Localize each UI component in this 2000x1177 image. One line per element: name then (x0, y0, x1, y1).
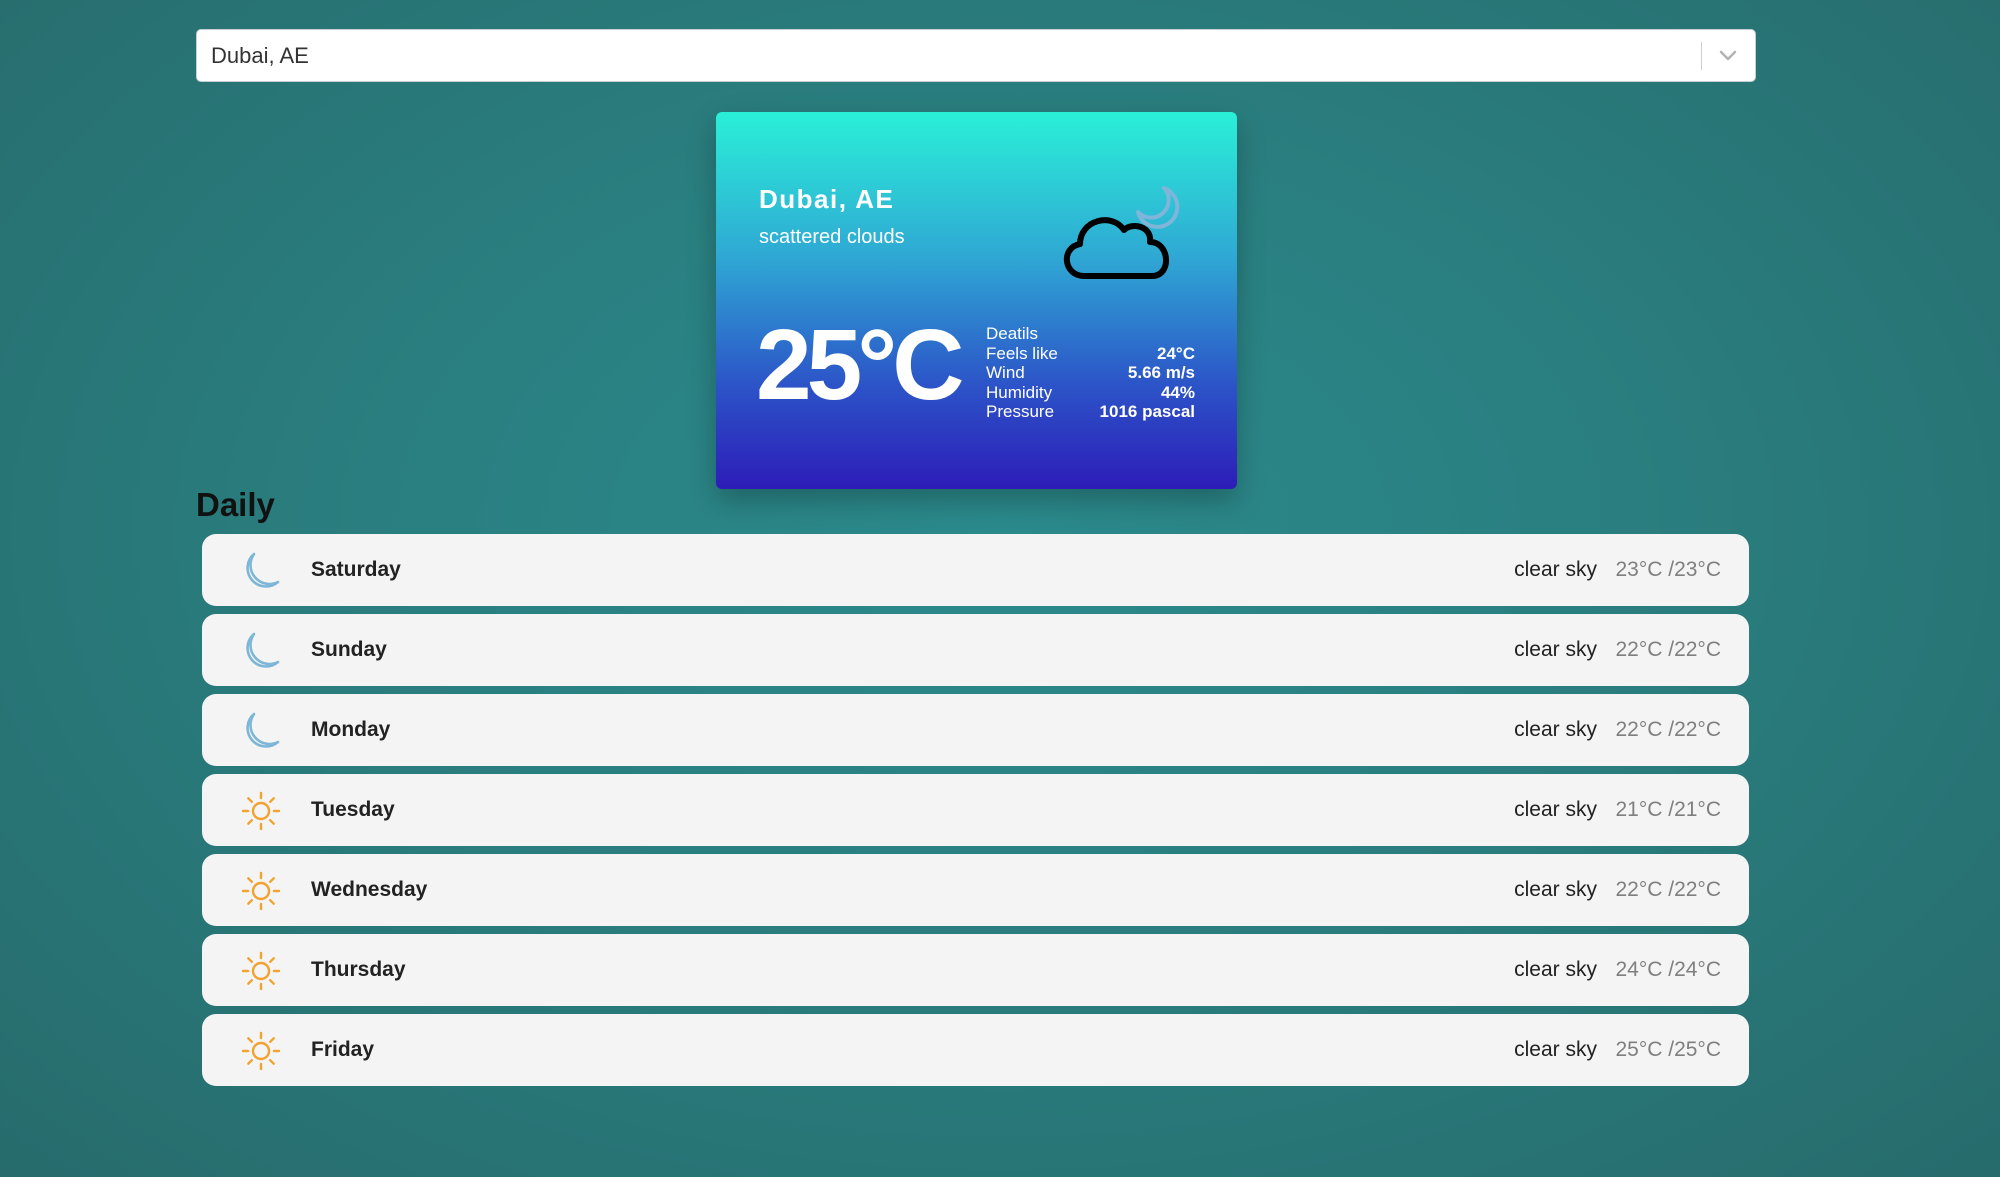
day-description: clear sky (1514, 558, 1597, 581)
day-temperature: 22°C /22°C (1615, 638, 1721, 661)
details-title: Deatils (986, 324, 1038, 343)
detail-label: Humidity (986, 382, 1053, 402)
daily-forecast-list: Saturday clear sky 23°C /23°C Sunday cle… (202, 534, 1749, 1094)
forecast-row-saturday[interactable]: Saturday clear sky 23°C /23°C (202, 534, 1749, 606)
detail-label: Feels like (986, 343, 1058, 363)
day-description: clear sky (1514, 958, 1597, 981)
day-name: Friday (311, 1038, 375, 1061)
detail-row-humidity: Humidity 44% (986, 383, 1195, 403)
forecast-row-tuesday[interactable]: Tuesday clear sky 21°C /21°C (202, 774, 1749, 846)
current-weather-card: Dubai, AE scattered clouds 25°C Deatils … (716, 112, 1237, 489)
day-temperature: 22°C /22°C (1615, 718, 1721, 741)
chevron-down-icon[interactable] (1711, 42, 1745, 70)
forecast-row-friday[interactable]: Friday clear sky 25°C /25°C (202, 1014, 1749, 1086)
moon-icon (240, 550, 282, 592)
day-temperature: 21°C /21°C (1615, 798, 1721, 821)
sun-icon (240, 870, 282, 912)
detail-row-wind: Wind 5.66 m/s (986, 363, 1195, 383)
day-description: clear sky (1514, 798, 1597, 821)
forecast-row-monday[interactable]: Monday clear sky 22°C /22°C (202, 694, 1749, 766)
day-temperature: 23°C /23°C (1615, 558, 1721, 581)
moon-icon (240, 630, 282, 672)
cloud-moon-icon (1056, 168, 1186, 288)
daily-heading: Daily (196, 486, 275, 523)
day-description: clear sky (1514, 638, 1597, 661)
detail-value: 24°C (1157, 343, 1195, 363)
city-search-select[interactable]: Dubai, AE (196, 29, 1756, 82)
detail-value: 1016 pascal (1099, 402, 1195, 421)
detail-value: 44% (1160, 382, 1195, 402)
sun-icon (240, 950, 282, 992)
sun-icon (240, 790, 282, 832)
forecast-row-wednesday[interactable]: Wednesday clear sky 22°C /22°C (202, 854, 1749, 926)
day-description: clear sky (1514, 718, 1597, 741)
day-name: Monday (311, 718, 391, 741)
current-city: Dubai, AE (759, 184, 895, 214)
detail-row-feels-like: Feels like 24°C (986, 344, 1195, 364)
sun-icon (240, 1030, 282, 1072)
day-temperature: 24°C /24°C (1615, 958, 1721, 981)
day-name: Thursday (311, 958, 406, 981)
day-description: clear sky (1514, 1038, 1597, 1061)
detail-label: Pressure (986, 402, 1055, 421)
detail-row-pressure: Pressure 1016 pascal (986, 402, 1195, 422)
day-name: Saturday (311, 558, 401, 581)
current-temperature: 25°C (756, 309, 964, 421)
day-temperature: 22°C /22°C (1615, 878, 1721, 901)
select-separator (1701, 42, 1702, 70)
forecast-row-sunday[interactable]: Sunday clear sky 22°C /22°C (202, 614, 1749, 686)
forecast-row-thursday[interactable]: Thursday clear sky 24°C /24°C (202, 934, 1749, 1006)
details-panel: Deatils Feels like 24°C Wind 5.66 m/s Hu… (986, 324, 1195, 422)
details-title-row: Deatils (986, 324, 1195, 344)
detail-value: 5.66 m/s (1127, 363, 1195, 382)
current-description: scattered clouds (759, 226, 905, 248)
day-temperature: 25°C /25°C (1615, 1038, 1721, 1061)
day-name: Tuesday (311, 798, 395, 821)
detail-label: Wind (986, 363, 1025, 382)
search-input-value[interactable]: Dubai, AE (211, 30, 309, 81)
moon-icon (240, 710, 282, 752)
day-name: Sunday (311, 638, 387, 661)
day-description: clear sky (1514, 878, 1597, 901)
day-name: Wednesday (311, 878, 428, 901)
